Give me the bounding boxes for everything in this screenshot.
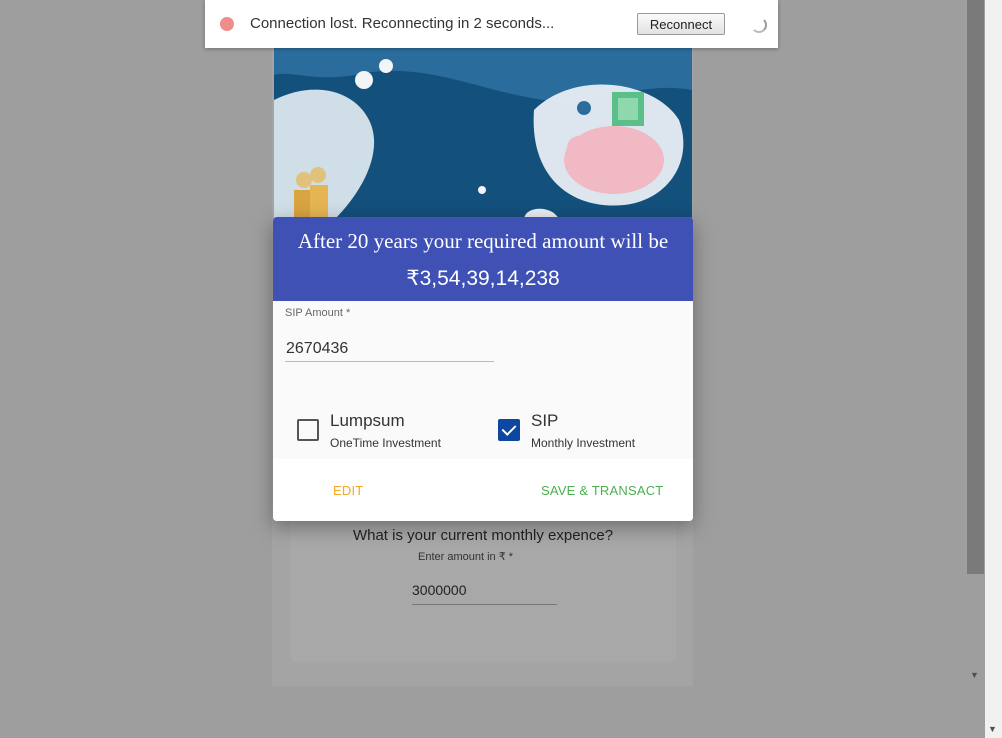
- scrollbar-track[interactable]: [985, 0, 1002, 738]
- dialog-actions: EDIT SAVE & TRANSACT: [273, 459, 693, 521]
- sip-amount-label: SIP Amount *: [285, 307, 351, 319]
- connection-message: Connection lost. Reconnecting in 2 secon…: [250, 15, 555, 32]
- sip-subtitle: Monthly Investment: [531, 436, 636, 450]
- connection-status-dot-icon: [220, 17, 234, 31]
- lumpsum-title: Lumpsum: [330, 411, 405, 430]
- hero-illustration: [274, 20, 692, 220]
- monthly-expense-label: Enter amount in ₹ *: [418, 551, 514, 563]
- sip-checkbox[interactable]: [498, 419, 520, 441]
- scrollbar-thumb[interactable]: [967, 0, 984, 574]
- required-amount: ₹3,54,39,14,238: [406, 267, 560, 290]
- background-card: [290, 500, 676, 662]
- edit-button[interactable]: EDIT: [325, 477, 371, 504]
- dialog-title: After 20 years your required amount will…: [297, 229, 669, 253]
- scroll-down-arrow-icon[interactable]: ▼: [988, 724, 997, 734]
- sip-title: SIP: [531, 411, 559, 430]
- scroll-down-arrow-icon[interactable]: ▼: [970, 670, 979, 680]
- lumpsum-checkbox[interactable]: [297, 419, 319, 441]
- result-dialog: After 20 years your required amount will…: [273, 217, 693, 521]
- checkmark-icon: [501, 421, 517, 436]
- reconnect-button[interactable]: Reconnect: [637, 13, 725, 35]
- monthly-expense-input[interactable]: 3000000: [412, 582, 557, 605]
- connection-banner: Connection lost. Reconnecting in 2 secon…: [205, 0, 778, 48]
- loading-spinner-icon: [751, 17, 767, 33]
- lumpsum-subtitle: OneTime Investment: [330, 436, 441, 450]
- monthly-expense-question: What is your current monthly expence?: [352, 527, 614, 544]
- dialog-header: After 20 years your required amount will…: [273, 217, 693, 301]
- sip-amount-input[interactable]: [285, 337, 494, 362]
- save-transact-button[interactable]: SAVE & TRANSACT: [533, 477, 671, 504]
